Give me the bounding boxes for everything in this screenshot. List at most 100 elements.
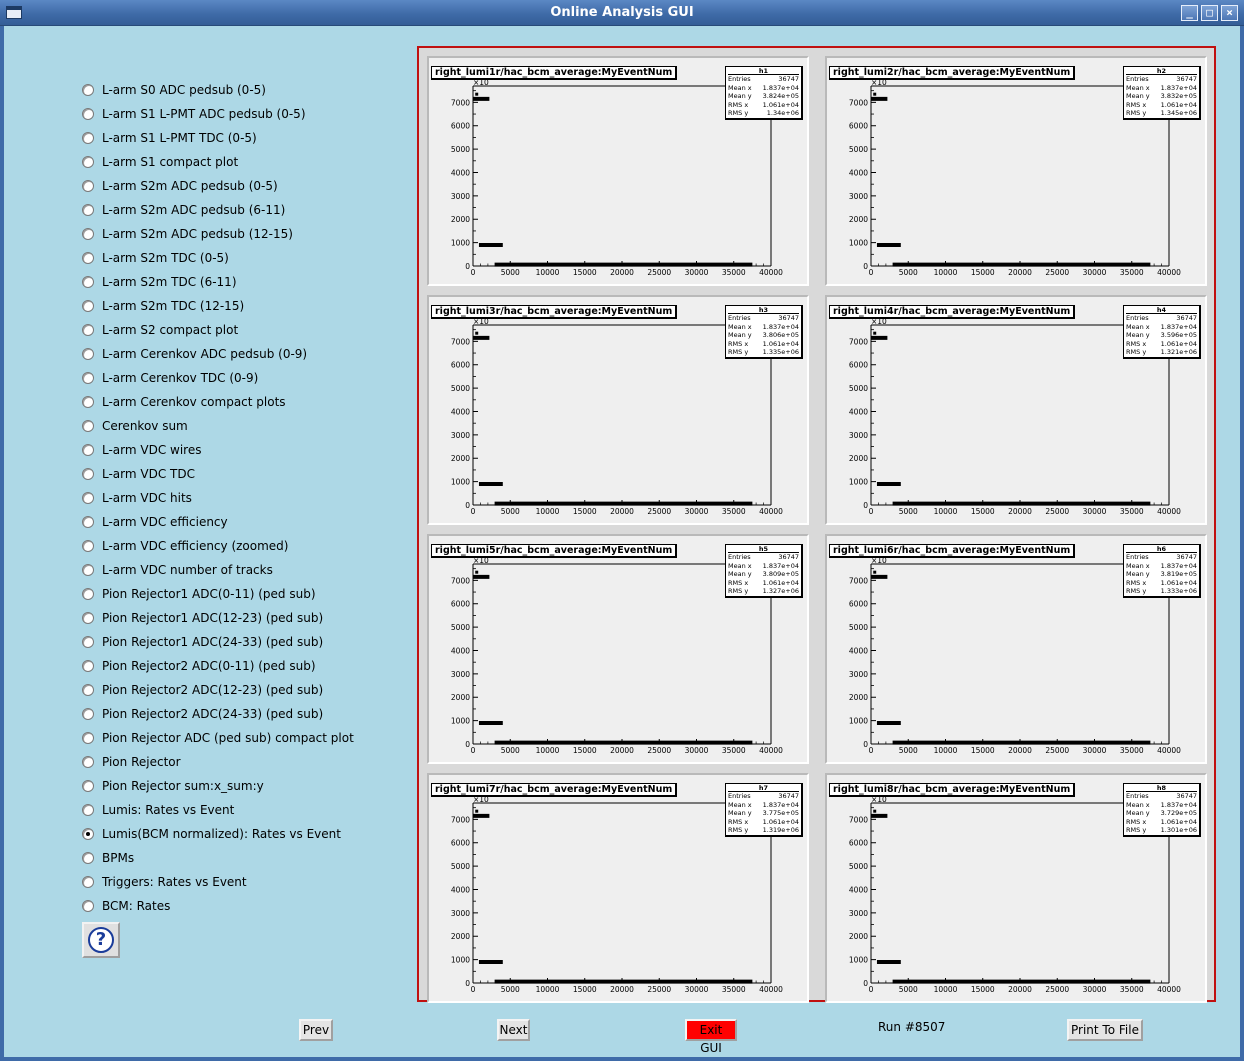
radio-unchecked-icon[interactable] xyxy=(82,228,94,240)
plot-option-radio[interactable]: L-arm S1 L-PMT ADC pedsub (0-5) xyxy=(82,104,306,124)
plot-pad[interactable]: 0 1000 2000 3000 4000 5000 6000 7000 0 5000 10000 1… xyxy=(427,295,809,525)
plot-option-radio[interactable]: BPMs xyxy=(82,848,134,868)
plot-option-radio[interactable]: Pion Rejector sum:x_sum:y xyxy=(82,776,264,796)
plot-option-label: L-arm S2m TDC (6-11) xyxy=(102,275,237,289)
plot-option-radio[interactable]: L-arm S2m ADC pedsub (0-5) xyxy=(82,176,278,196)
plot-option-radio[interactable]: L-arm Cerenkov ADC pedsub (0-9) xyxy=(82,344,307,364)
plot-pad[interactable]: 0 1000 2000 3000 4000 5000 6000 7000 0 5000 10000 1… xyxy=(825,534,1207,764)
radio-unchecked-icon[interactable] xyxy=(82,780,94,792)
next-button[interactable]: Next xyxy=(497,1019,530,1041)
plot-option-radio[interactable]: Pion Rejector1 ADC(12-23) (ped sub) xyxy=(82,608,323,628)
radio-unchecked-icon[interactable] xyxy=(82,420,94,432)
plot-pad[interactable]: 0 1000 2000 3000 4000 5000 6000 7000 0 5000 10000 1… xyxy=(825,295,1207,525)
radio-unchecked-icon[interactable] xyxy=(82,540,94,552)
radio-unchecked-icon[interactable] xyxy=(82,636,94,648)
radio-unchecked-icon[interactable] xyxy=(82,804,94,816)
plot-option-radio[interactable]: L-arm S2 compact plot xyxy=(82,320,238,340)
radio-unchecked-icon[interactable] xyxy=(82,300,94,312)
radio-unchecked-icon[interactable] xyxy=(82,348,94,360)
radio-unchecked-icon[interactable] xyxy=(82,372,94,384)
radio-unchecked-icon[interactable] xyxy=(82,108,94,120)
help-button[interactable]: ? xyxy=(82,922,120,958)
stats-key: RMS y xyxy=(1126,109,1147,118)
radio-unchecked-icon[interactable] xyxy=(82,612,94,624)
radio-unchecked-icon[interactable] xyxy=(82,396,94,408)
plot-pad[interactable]: 0 1000 2000 3000 4000 5000 6000 7000 0 5000 10000 1… xyxy=(825,773,1207,1003)
stats-histogram-name: h5 xyxy=(728,545,799,553)
plot-option-radio[interactable]: Pion Rejector2 ADC(12-23) (ped sub) xyxy=(82,680,323,700)
radio-unchecked-icon[interactable] xyxy=(82,84,94,96)
plot-option-radio[interactable]: Lumis: Rates vs Event xyxy=(82,800,234,820)
radio-unchecked-icon[interactable] xyxy=(82,756,94,768)
radio-unchecked-icon[interactable] xyxy=(82,732,94,744)
radio-unchecked-icon[interactable] xyxy=(82,516,94,528)
radio-unchecked-icon[interactable] xyxy=(82,324,94,336)
plot-option-radio[interactable]: L-arm VDC number of tracks xyxy=(82,560,273,580)
plot-option-radio[interactable]: L-arm S1 L-PMT TDC (0-5) xyxy=(82,128,257,148)
plot-option-radio[interactable]: L-arm VDC hits xyxy=(82,488,192,508)
radio-unchecked-icon[interactable] xyxy=(82,180,94,192)
plot-option-radio[interactable]: Pion Rejector1 ADC(24-33) (ped sub) xyxy=(82,632,323,652)
plot-option-label: L-arm Cerenkov compact plots xyxy=(102,395,286,409)
stats-value: 36747 xyxy=(1176,75,1197,83)
plot-option-radio[interactable]: L-arm S2m ADC pedsub (12-15) xyxy=(82,224,293,244)
radio-unchecked-icon[interactable] xyxy=(82,564,94,576)
plot-canvas[interactable]: 0 1000 2000 3000 4000 5000 6000 7000 0 5000 10000 1… xyxy=(417,46,1216,1003)
radio-unchecked-icon[interactable] xyxy=(82,204,94,216)
plot-option-radio[interactable]: L-arm Cerenkov compact plots xyxy=(82,392,286,412)
plot-pad[interactable]: 0 1000 2000 3000 4000 5000 6000 7000 0 5000 10000 1… xyxy=(427,534,809,764)
stats-key: Mean y xyxy=(728,331,752,340)
radio-unchecked-icon[interactable] xyxy=(82,276,94,288)
close-button[interactable]: × xyxy=(1221,5,1238,21)
plot-option-radio[interactable]: L-arm VDC TDC xyxy=(82,464,195,484)
radio-unchecked-icon[interactable] xyxy=(82,252,94,264)
radio-unchecked-icon[interactable] xyxy=(82,852,94,864)
radio-unchecked-icon[interactable] xyxy=(82,132,94,144)
prev-button[interactable]: Prev xyxy=(299,1019,333,1041)
radio-unchecked-icon[interactable] xyxy=(82,468,94,480)
plot-option-radio[interactable]: Pion Rejector2 ADC(24-33) (ped sub) xyxy=(82,704,323,724)
y-tick-label: 3000 xyxy=(849,192,868,201)
minimize-button[interactable]: _ xyxy=(1181,5,1198,21)
plot-option-radio[interactable]: L-arm S2m TDC (12-15) xyxy=(82,296,244,316)
plot-option-radio[interactable]: L-arm S1 compact plot xyxy=(82,152,238,172)
plot-option-radio[interactable]: L-arm VDC efficiency xyxy=(82,512,228,532)
x-tick-label: 15000 xyxy=(573,268,597,277)
plot-pad[interactable]: 0 1000 2000 3000 4000 5000 6000 7000 0 5000 10000 1… xyxy=(427,56,809,286)
plot-option-radio[interactable]: Lumis(BCM normalized): Rates vs Event xyxy=(82,824,341,844)
plot-option-radio[interactable]: L-arm Cerenkov TDC (0-9) xyxy=(82,368,258,388)
radio-unchecked-icon[interactable] xyxy=(82,588,94,600)
radio-unchecked-icon[interactable] xyxy=(82,444,94,456)
radio-unchecked-icon[interactable] xyxy=(82,708,94,720)
stats-value: 1.319e+06 xyxy=(762,826,799,835)
stats-value: 1.837e+04 xyxy=(1160,800,1197,809)
plot-option-radio[interactable]: L-arm S0 ADC pedsub (0-5) xyxy=(82,80,266,100)
radio-unchecked-icon[interactable] xyxy=(82,156,94,168)
plot-option-radio[interactable]: L-arm S2m ADC pedsub (6-11) xyxy=(82,200,285,220)
radio-unchecked-icon[interactable] xyxy=(82,876,94,888)
radio-unchecked-icon[interactable] xyxy=(82,492,94,504)
plot-pad[interactable]: 0 1000 2000 3000 4000 5000 6000 7000 0 5000 10000 1… xyxy=(427,773,809,1003)
plot-option-radio[interactable]: Triggers: Rates vs Event xyxy=(82,872,247,892)
x-tick-label: 0 xyxy=(471,746,476,755)
plot-option-radio[interactable]: L-arm S2m TDC (0-5) xyxy=(82,248,229,268)
plot-option-radio[interactable]: Pion Rejector2 ADC(0-11) (ped sub) xyxy=(82,656,316,676)
plot-pad[interactable]: 0 1000 2000 3000 4000 5000 6000 7000 0 5000 10000 1… xyxy=(825,56,1207,286)
print-to-file-button[interactable]: Print To File xyxy=(1067,1019,1143,1041)
exit-gui-button[interactable]: Exit GUI xyxy=(685,1019,737,1055)
plot-option-radio[interactable]: Cerenkov sum xyxy=(82,416,188,436)
window-titlebar[interactable]: Online Analysis GUI _ □ × xyxy=(0,0,1244,26)
radio-unchecked-icon[interactable] xyxy=(82,684,94,696)
maximize-button[interactable]: □ xyxy=(1201,5,1218,21)
plot-option-radio[interactable]: L-arm S2m TDC (6-11) xyxy=(82,272,237,292)
plot-option-radio[interactable]: L-arm VDC wires xyxy=(82,440,201,460)
radio-unchecked-icon[interactable] xyxy=(82,900,94,912)
plot-option-radio[interactable]: Pion Rejector ADC (ped sub) compact plot xyxy=(82,728,354,748)
plot-option-radio[interactable]: Pion Rejector1 ADC(0-11) (ped sub) xyxy=(82,584,316,604)
plot-option-radio[interactable]: L-arm VDC efficiency (zoomed) xyxy=(82,536,288,556)
radio-unchecked-icon[interactable] xyxy=(82,660,94,672)
plot-option-radio[interactable]: Pion Rejector xyxy=(82,752,181,772)
radio-checked-icon[interactable] xyxy=(82,828,94,840)
plot-title: right_lumi1r/hac_bcm_average:MyEventNum xyxy=(431,66,678,80)
plot-option-radio[interactable]: BCM: Rates xyxy=(82,896,170,916)
